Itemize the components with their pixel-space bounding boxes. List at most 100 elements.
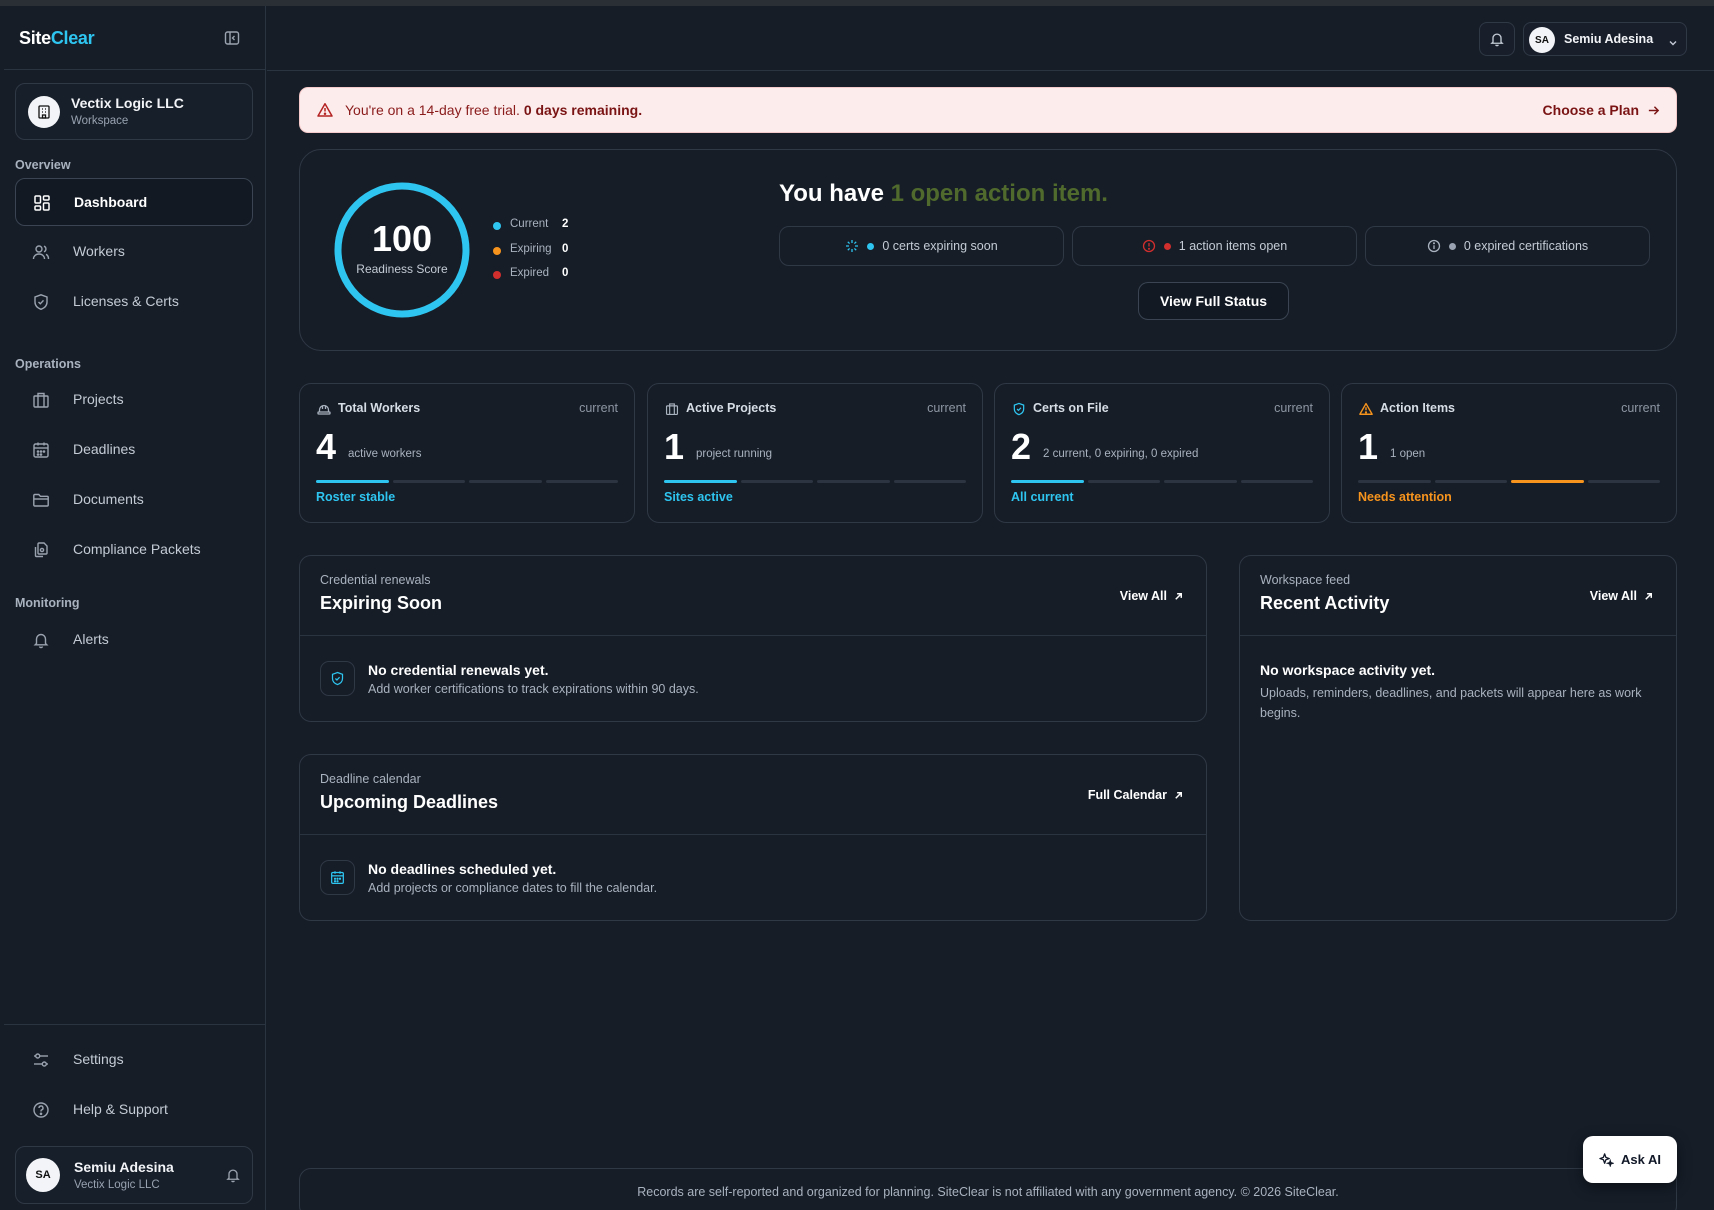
sidebar-collapse-icon[interactable] bbox=[224, 30, 242, 48]
stat-badge: current bbox=[1621, 401, 1660, 415]
workspace-building-icon bbox=[28, 96, 60, 128]
files-icon bbox=[32, 541, 50, 559]
stat-title: Active Projects bbox=[686, 401, 777, 415]
action-headline: You have 1 open action item. bbox=[779, 180, 1108, 208]
legend-label: Expired bbox=[510, 267, 549, 279]
certs-expiring-pill[interactable]: 0 certs expiring soon bbox=[779, 226, 1064, 266]
panel-divider bbox=[300, 834, 1206, 835]
empty-state-title: No workspace activity yet. bbox=[1260, 662, 1436, 678]
sidebar-item-label: Alerts bbox=[73, 631, 109, 647]
stat-value: 4 bbox=[316, 426, 337, 467]
sidebar-item-documents[interactable]: Documents bbox=[15, 476, 253, 524]
sidebar-item-label: Documents bbox=[73, 491, 144, 507]
sidebar-item-help[interactable]: Help & Support bbox=[15, 1086, 253, 1134]
info-circle-icon bbox=[1427, 239, 1440, 253]
building-icon bbox=[32, 391, 50, 409]
sidebar-item-label: Dashboard bbox=[74, 194, 148, 210]
user-card[interactable]: SA Semiu Adesina Vectix Logic LLC bbox=[15, 1146, 253, 1204]
panel-title: Upcoming Deadlines bbox=[320, 792, 499, 812]
empty-state-description: Add worker certifications to track expir… bbox=[368, 682, 699, 696]
trial-message-text: You're on a 14-day free trial. bbox=[345, 102, 520, 118]
action-items-pill[interactable]: 1 action items open bbox=[1072, 226, 1357, 266]
panel-title: Recent Activity bbox=[1260, 593, 1390, 613]
progress-segment bbox=[1434, 480, 1507, 483]
view-full-status-button[interactable]: View Full Status bbox=[1138, 282, 1289, 320]
empty-state-title: No credential renewals yet. bbox=[368, 662, 549, 678]
link-label: View All bbox=[1119, 589, 1167, 603]
trial-message: You're on a 14-day free trial. 0 days re… bbox=[345, 102, 642, 118]
progress-segment bbox=[1511, 480, 1584, 483]
sidebar-item-workers[interactable]: Workers bbox=[15, 228, 253, 276]
hardhat-icon bbox=[317, 402, 331, 416]
sidebar-item-compliance-packets[interactable]: Compliance Packets bbox=[15, 526, 253, 574]
sidebar-item-settings[interactable]: Settings bbox=[15, 1036, 253, 1084]
link-label: Full Calendar bbox=[1087, 788, 1167, 802]
avatar: SA bbox=[1529, 27, 1555, 53]
stat-card-certs-on-file[interactable]: Certs on File current 2 2 current, 0 exp… bbox=[994, 383, 1330, 523]
stat-card-action-items[interactable]: Action Items current 1 1 open Needs atte… bbox=[1341, 383, 1677, 523]
choose-plan-link[interactable]: Choose a Plan bbox=[1543, 102, 1660, 118]
arrow-up-right-icon bbox=[1645, 592, 1652, 600]
stat-card-total-workers[interactable]: Total Workers current 4 active workers R… bbox=[299, 383, 635, 523]
expired-certs-pill[interactable]: 0 expired certifications bbox=[1365, 226, 1650, 266]
sidebar-item-alerts[interactable]: Alerts bbox=[15, 616, 253, 664]
progress-segment bbox=[316, 480, 389, 483]
link-label: View All bbox=[1589, 589, 1637, 603]
sidebar-item-dashboard[interactable]: Dashboard bbox=[15, 178, 253, 226]
expiring-view-all-link[interactable]: View All bbox=[1120, 589, 1184, 603]
progress-segment bbox=[740, 480, 813, 483]
progress-segment bbox=[469, 480, 542, 483]
dashboard-icon bbox=[33, 194, 51, 212]
status-dot bbox=[1163, 242, 1171, 250]
bell-icon[interactable] bbox=[225, 1167, 241, 1183]
workspace-switcher[interactable]: Vectix Logic LLC Workspace bbox=[15, 83, 253, 140]
ask-ai-label: Ask AI bbox=[1621, 1152, 1661, 1167]
user-name: Semiu Adesina bbox=[74, 1159, 174, 1175]
sidebar-item-label: Deadlines bbox=[73, 441, 136, 457]
user-menu-button[interactable]: SA Semiu Adesina bbox=[1523, 22, 1687, 56]
sidebar-item-label: Projects bbox=[73, 391, 124, 407]
progress-segment bbox=[893, 480, 966, 483]
stat-badge: current bbox=[1274, 401, 1313, 415]
sidebar: SiteClear Vectix Logic LLC Workspace Ove… bbox=[4, 6, 266, 1210]
sidebar-item-licenses-certs[interactable]: Licenses & Certs bbox=[15, 278, 253, 326]
sidebar-item-label: Help & Support bbox=[73, 1101, 168, 1117]
panel-kicker: Credential renewals bbox=[320, 573, 431, 587]
pill-text: 0 certs expiring soon bbox=[882, 239, 998, 253]
brand-logo[interactable]: SiteClear bbox=[19, 28, 95, 49]
stat-card-active-projects[interactable]: Active Projects current 1 project runnin… bbox=[647, 383, 983, 523]
panel-divider bbox=[300, 635, 1206, 636]
progress-segment bbox=[1011, 480, 1084, 483]
stat-title: Certs on File bbox=[1033, 401, 1109, 415]
stat-description: 2 current, 0 expiring, 0 expired bbox=[1043, 448, 1199, 460]
workspace-subtitle: Workspace bbox=[71, 115, 129, 127]
avatar: SA bbox=[26, 1158, 60, 1192]
stat-value: 1 bbox=[664, 426, 685, 467]
stat-value: 1 bbox=[1358, 426, 1379, 467]
sidebar-item-deadlines[interactable]: Deadlines bbox=[15, 426, 253, 474]
sliders-icon bbox=[32, 1051, 50, 1069]
panel-title: Expiring Soon bbox=[320, 593, 443, 613]
stat-progress-segments bbox=[1011, 480, 1313, 483]
nav-section-operations: Operations bbox=[15, 357, 81, 371]
arrow-up-right-icon bbox=[1175, 791, 1182, 799]
legend-dot bbox=[493, 246, 501, 255]
ask-ai-button[interactable]: Ask AI bbox=[1583, 1136, 1677, 1183]
sidebar-item-label: Compliance Packets bbox=[73, 541, 201, 557]
pill-text: 1 action items open bbox=[1178, 239, 1288, 253]
progress-segment bbox=[545, 480, 618, 483]
sidebar-item-projects[interactable]: Projects bbox=[15, 376, 253, 424]
legend-dot bbox=[493, 271, 501, 279]
sidebar-item-label: Settings bbox=[73, 1051, 124, 1067]
stat-badge: current bbox=[927, 401, 966, 415]
full-calendar-link[interactable]: Full Calendar bbox=[1088, 788, 1184, 802]
panel-divider bbox=[1240, 635, 1676, 636]
sidebar-item-label: Licenses & Certs bbox=[73, 293, 179, 309]
notifications-button[interactable] bbox=[1479, 22, 1515, 56]
stat-badge: current bbox=[579, 401, 618, 415]
brand-part-1: Site bbox=[19, 28, 51, 48]
readiness-card: 100 Readiness Score Current 2 Expiring 0… bbox=[299, 149, 1677, 351]
panel-kicker: Deadline calendar bbox=[320, 772, 421, 786]
activity-view-all-link[interactable]: View All bbox=[1590, 589, 1654, 603]
progress-segment bbox=[817, 480, 890, 483]
